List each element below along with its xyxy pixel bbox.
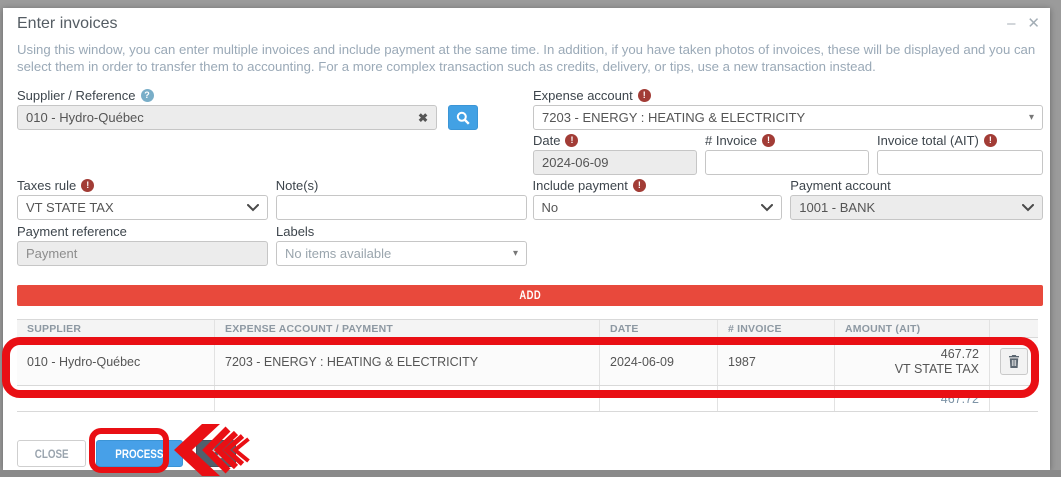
close-button[interactable]: CLOSE — [17, 440, 86, 467]
labels-label: Labels — [276, 224, 527, 239]
header-supplier: SUPPLIER — [17, 320, 215, 337]
payment-account-label: Payment account — [790, 178, 1043, 193]
page-title: Enter invoices — [17, 15, 118, 33]
include-payment-label: Include payment ! — [533, 178, 783, 193]
supplier-input[interactable]: 010 - Hydro-Québec ✖ — [17, 105, 437, 130]
row-supplier: 010 - Hydro-Québec — [17, 338, 215, 385]
dialog-titlebar: Enter invoices – ✕ — [17, 15, 1040, 33]
help-icon[interactable]: ? — [141, 89, 154, 102]
dialog-description: Using this window, you can enter multipl… — [17, 42, 1036, 75]
minimize-icon[interactable]: – — [1007, 16, 1015, 31]
invoice-total-input[interactable] — [877, 150, 1043, 175]
caret-down-icon: ▾ — [1029, 113, 1034, 123]
table-total-row: 467.72 — [17, 386, 1038, 412]
row-date: 2024-06-09 — [600, 338, 718, 385]
row-amount: 467.72 VT STATE TAX — [835, 338, 990, 385]
caret-down-icon: ▾ — [513, 249, 518, 259]
notes-input[interactable] — [276, 195, 527, 220]
table-header-row: SUPPLIER EXPENSE ACCOUNT / PAYMENT DATE … — [17, 319, 1038, 338]
clear-icon[interactable]: ✖ — [418, 111, 428, 125]
supplier-label: Supplier / Reference ? — [17, 88, 527, 103]
process-button[interactable]: PROCESS — [96, 440, 183, 467]
invoice-total-label: Invoice total (AIT) ! — [877, 133, 1043, 148]
row-expense: 7203 - ENERGY : HEATING & ELECTRICITY — [215, 338, 600, 385]
expense-account-select[interactable]: 7203 - ENERGY : HEATING & ELECTRICITY ▾ — [533, 105, 1043, 130]
required-icon: ! — [984, 134, 997, 147]
invoice-number-input[interactable] — [705, 150, 869, 175]
payment-account-select[interactable]: 1001 - BANK — [790, 195, 1043, 220]
chevron-down-icon — [1022, 204, 1034, 212]
payment-reference-label: Payment reference — [17, 224, 268, 239]
header-invoice: # INVOICE — [718, 320, 835, 337]
add-button[interactable]: ADD — [17, 285, 1043, 306]
payment-reference-input[interactable]: Payment — [17, 241, 268, 266]
enter-invoices-dialog: Enter invoices – ✕ Using this window, yo… — [3, 8, 1050, 470]
chevron-down-icon — [761, 204, 773, 212]
close-icon[interactable]: ✕ — [1027, 16, 1040, 31]
search-button[interactable] — [448, 105, 478, 130]
date-input[interactable]: 2024-06-09 — [533, 150, 697, 175]
required-icon: ! — [81, 179, 94, 192]
total-amount: 467.72 — [835, 386, 990, 411]
required-icon: ! — [762, 134, 775, 147]
header-expense: EXPENSE ACCOUNT / PAYMENT — [215, 320, 600, 337]
header-amount: AMOUNT (AIT) — [835, 320, 990, 337]
labels-select[interactable]: No items available ▾ — [276, 241, 527, 266]
header-actions — [990, 320, 1038, 337]
search-icon — [456, 111, 470, 125]
required-icon: ! — [638, 89, 651, 102]
delete-row-button[interactable] — [1000, 348, 1028, 375]
chevron-down-icon — [247, 204, 259, 212]
row-invoice: 1987 — [718, 338, 835, 385]
camera-icon — [210, 448, 222, 459]
date-label: Date ! — [533, 133, 697, 148]
notes-label: Note(s) — [276, 178, 527, 193]
trash-icon — [1008, 355, 1020, 368]
taxes-rule-label: Taxes rule ! — [17, 178, 268, 193]
header-date: DATE — [600, 320, 718, 337]
include-payment-select[interactable]: No — [533, 195, 783, 220]
table-row[interactable]: 010 - Hydro-Québec 7203 - ENERGY : HEATI… — [17, 338, 1038, 386]
taxes-rule-select[interactable]: VT STATE TAX — [17, 195, 268, 220]
invoices-table: SUPPLIER EXPENSE ACCOUNT / PAYMENT DATE … — [17, 319, 1038, 412]
required-icon: ! — [565, 134, 578, 147]
photos-button[interactable] — [196, 440, 236, 467]
background-strip — [0, 470, 1061, 477]
invoice-number-label: # Invoice ! — [705, 133, 869, 148]
required-icon: ! — [633, 179, 646, 192]
dialog-footer: CLOSE PROCESS — [17, 440, 236, 467]
expense-account-label: Expense account ! — [533, 88, 1043, 103]
